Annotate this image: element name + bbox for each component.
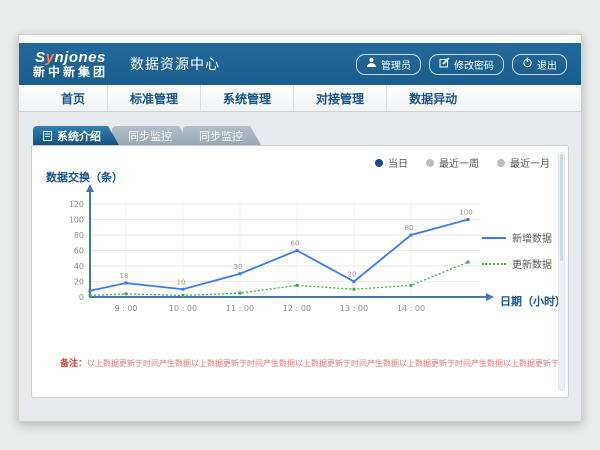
svg-text:14 : 00: 14 : 00 — [397, 304, 425, 313]
brand-logo: Synjones 新中新集团 — [33, 50, 108, 78]
radio-unselected-icon — [497, 159, 505, 167]
footnote-text: 以上数据更新于时间产生数据以上数据更新于时间产生数据以上数据更新于时间产生数据以… — [87, 359, 559, 368]
svg-text:40: 40 — [74, 262, 84, 271]
svg-text:11 : 00: 11 : 00 — [226, 304, 254, 313]
time-range-filters: 当日 最近一周 最近一月 — [375, 155, 550, 170]
nav-item-home[interactable]: 首页 — [39, 85, 107, 111]
main-nav: 首页 标准管理 系统管理 对接管理 数据异动 — [19, 85, 581, 112]
svg-text:100: 100 — [459, 209, 472, 217]
svg-text:10: 10 — [177, 278, 186, 286]
tab-system-intro[interactable]: 系统介绍 — [33, 126, 119, 145]
logout-button[interactable]: 退出 — [512, 54, 567, 75]
legend-item-updated-data: 更新数据 — [482, 256, 552, 271]
header-actions: 管理员 修改密码 退出 — [356, 54, 567, 75]
svg-text:60: 60 — [74, 247, 84, 256]
svg-text:60: 60 — [291, 240, 300, 248]
panel-scrollbar[interactable] — [558, 152, 565, 391]
filter-last-week[interactable]: 最近一周 — [426, 155, 479, 170]
page-title: 数据资源中心 — [130, 54, 220, 74]
svg-text:30: 30 — [234, 263, 243, 271]
svg-text:20: 20 — [74, 278, 84, 287]
brand-logo-text: Synjones — [35, 50, 106, 66]
admin-user-button[interactable]: 管理员 — [356, 54, 421, 75]
app-header: Synjones 新中新集团 数据资源中心 管理员 修改密码 退出 — [19, 43, 581, 85]
nav-item-system-mgmt[interactable]: 系统管理 — [200, 85, 293, 111]
svg-text:9 : 00: 9 : 00 — [114, 304, 137, 313]
power-icon — [522, 57, 533, 71]
dotted-line-icon — [482, 263, 506, 265]
svg-text:18: 18 — [120, 272, 129, 280]
solid-line-icon — [482, 237, 506, 239]
svg-text:13 : 00: 13 : 00 — [340, 304, 368, 313]
svg-text:100: 100 — [69, 216, 84, 225]
tab-bar: 系统介绍 同步监控 同步监控 — [33, 126, 569, 145]
filter-last-month[interactable]: 最近一月 — [497, 155, 550, 170]
svg-text:80: 80 — [405, 224, 414, 232]
scrollbar-thumb[interactable] — [560, 154, 563, 261]
tab-sync-monitor-1[interactable]: 同步监控 — [112, 126, 190, 145]
svg-text:80: 80 — [74, 231, 84, 240]
radio-selected-icon — [375, 159, 383, 167]
footnote: 备注：以上数据更新于时间产生数据以上数据更新于时间产生数据以上数据更新于时间产生… — [60, 356, 559, 369]
x-axis-title: 日期（小时） — [500, 293, 566, 309]
legend-item-new-data: 新增数据 — [482, 230, 552, 245]
filter-today[interactable]: 当日 — [375, 155, 408, 170]
window-top-strip — [19, 35, 581, 43]
nav-item-standard-mgmt[interactable]: 标准管理 — [107, 85, 200, 111]
svg-text:120: 120 — [69, 200, 84, 209]
brand-logo-cn: 新中新集团 — [33, 66, 108, 79]
svg-text:0: 0 — [79, 293, 84, 302]
line-chart: 0 20 40 60 80 100 120 9 : 00 10 : 00 11 : 00 12 : … — [54, 182, 499, 332]
nav-item-data-change[interactable]: 数据异动 — [386, 85, 479, 111]
change-password-button[interactable]: 修改密码 — [429, 54, 504, 75]
nav-item-interface-mgmt[interactable]: 对接管理 — [293, 85, 386, 111]
radio-unselected-icon — [426, 159, 434, 167]
user-icon — [366, 57, 377, 71]
footnote-label: 备注： — [60, 358, 87, 368]
chart-panel: 当日 最近一周 最近一月 数据交换（条） 0204060801001209 : … — [31, 145, 569, 398]
desktop-background: Synjones 新中新集团 数据资源中心 管理员 修改密码 退出 — [0, 0, 600, 450]
svg-text:10 : 00: 10 : 00 — [169, 304, 197, 313]
edit-icon — [439, 57, 450, 71]
content-area: 系统介绍 同步监控 同步监控 当日 最近一周 — [19, 112, 581, 422]
app-window: Synjones 新中新集团 数据资源中心 管理员 修改密码 退出 — [18, 34, 582, 422]
svg-text:12 : 00: 12 : 00 — [283, 304, 311, 313]
chart-legend: 新增数据 更新数据 — [482, 230, 552, 271]
svg-text:20: 20 — [348, 271, 357, 279]
tab-sync-monitor-2[interactable]: 同步监控 — [183, 126, 261, 145]
document-icon — [43, 131, 52, 141]
